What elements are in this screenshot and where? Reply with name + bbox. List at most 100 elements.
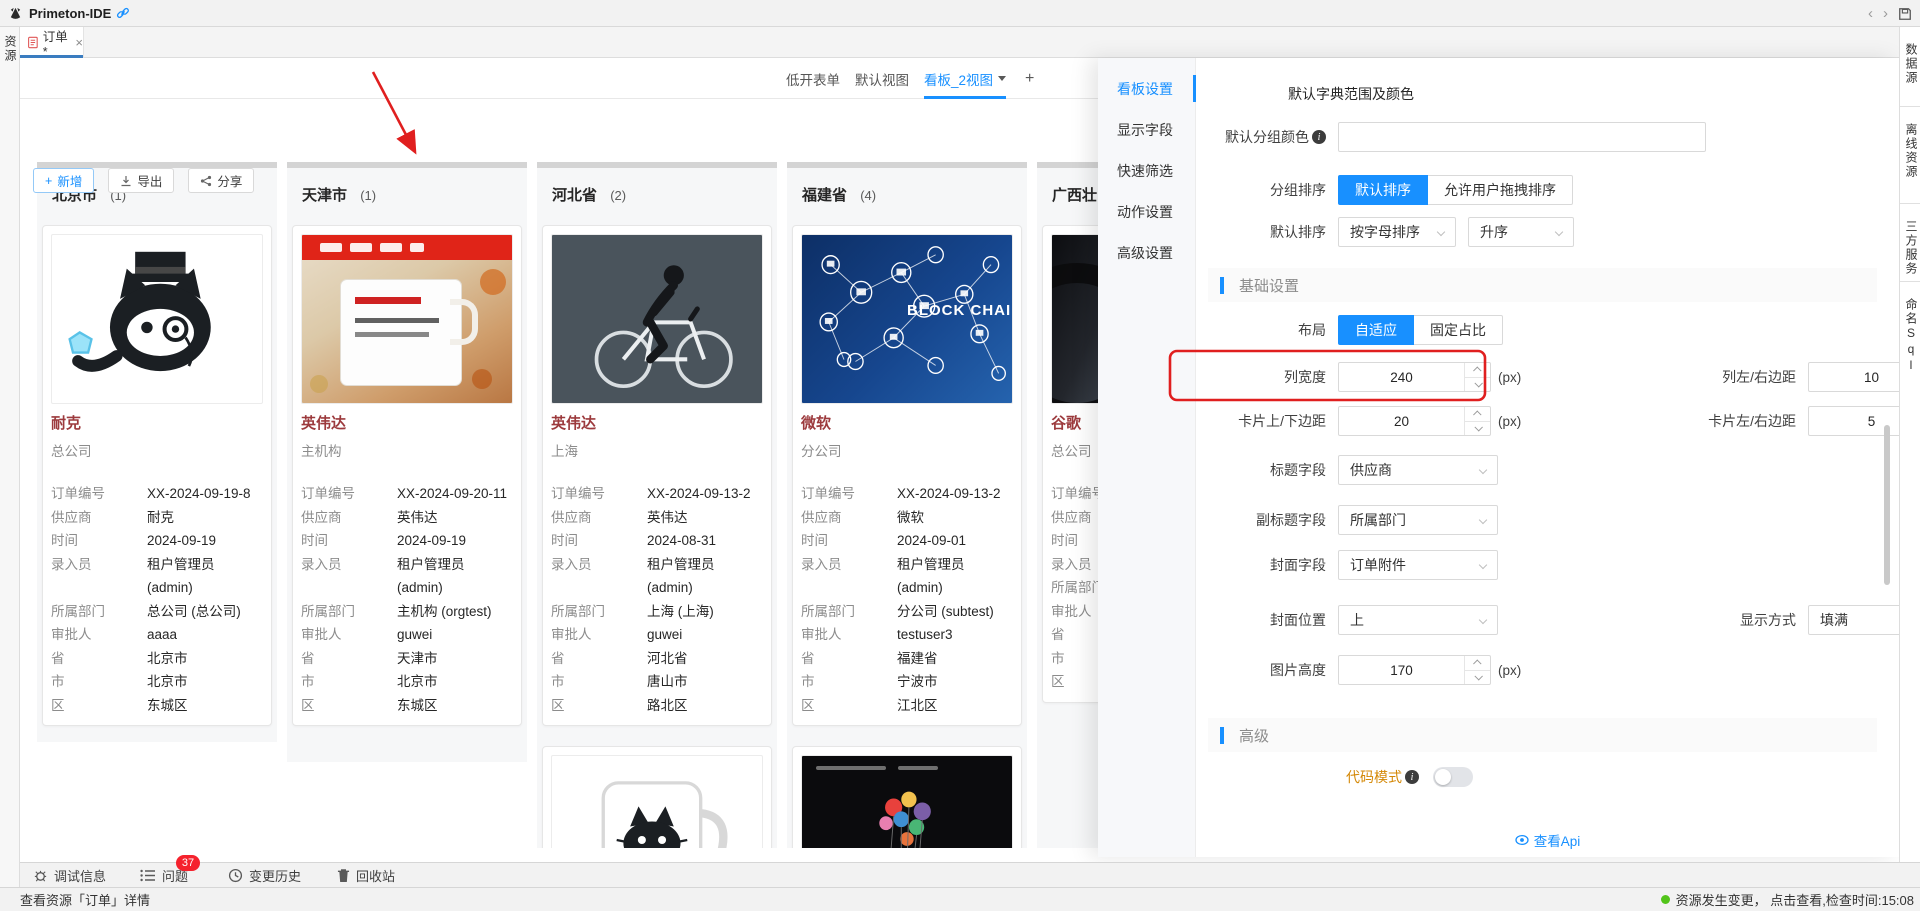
panel-scrollbar[interactable] [1884,425,1890,585]
card-cover-image: BLOCK CHAIN [801,234,1013,404]
default-sort-label: 默认排序 [1196,222,1326,242]
right-rail-tab-label: 数据源 [1900,43,1920,85]
right-rail-tab-named-sql[interactable]: 命名Sql [1900,282,1920,420]
card-field-label: 供应商 [801,506,897,530]
right-rail-tab-datasource[interactable]: 数据源 [1900,27,1920,107]
view-tab-default-view[interactable]: 默认视图 [855,58,909,99]
change-history-button[interactable]: 变更历史 [228,866,301,885]
card-field-row: 时间 2024-08-31 [551,529,763,553]
nav-forward-icon[interactable]: › [1883,6,1888,21]
document-tabbar: 订单* × [20,27,1899,58]
card-field-value: aaaa [147,623,263,647]
kanban-card[interactable] [792,746,1022,848]
card-field-value: XX-2024-09-20-11 [397,482,513,506]
layout-adaptive-option[interactable]: 自适应 [1338,315,1414,345]
group-sort-drag-option[interactable]: 允许用户拖拽排序 [1428,175,1573,205]
stepper-up-icon[interactable] [1465,363,1490,377]
select-value: 填满 [1820,610,1848,630]
default-sort-select[interactable]: 按字母排序 [1338,217,1456,247]
export-button[interactable]: 导出 [108,168,174,193]
kanban-card[interactable]: 英伟达 主机构 订单编号 XX-2024-09-20-11 供应商 [292,225,522,726]
card-field-label: 审批人 [801,623,897,647]
column-width-row: 列宽度 240 (px) [1196,361,1521,393]
card-field-label: 订单编号 [301,482,397,506]
card-field-label: 时间 [301,529,397,553]
card-cover-image [301,234,513,404]
chevron-down-icon [998,76,1006,81]
nav-back-icon[interactable]: ‹ [1868,6,1873,21]
code-mode-toggle[interactable] [1433,767,1473,787]
info-icon[interactable]: i [1312,130,1326,144]
card-field-label: 时间 [51,529,147,553]
card-field-row: 录入员 租户管理员 (admin) [301,553,513,600]
card-field-row: 审批人 testuser3 [801,623,1013,647]
right-rail-tab-third-party[interactable]: 三方服务 [1900,204,1920,282]
card-field-row: 区 东城区 [301,694,513,718]
default-group-color-input[interactable] [1338,122,1706,152]
view-api-label: 查看Api [1534,830,1581,850]
stepper-down-icon[interactable] [1465,421,1490,436]
recycle-bin-button[interactable]: 回收站 [337,866,395,885]
card-field-row: 所属部门 分公司 (subtest) [801,600,1013,624]
view-tab-label: 看板_2视图 [924,69,993,89]
status-right[interactable]: 资源发生变更， 点击查看,检查时间:15:08 [1661,890,1914,909]
left-rail-tab-resources[interactable]: 资源 [0,35,19,63]
settings-menu-advanced[interactable]: 高级设置 [1098,232,1195,273]
settings-menu-actions[interactable]: 动作设置 [1098,191,1195,232]
column-count: (4) [860,188,876,203]
card-field-label: 所属部门 [801,600,897,624]
settings-menu-board[interactable]: 看板设置 [1098,68,1195,109]
chevron-down-icon [1479,616,1487,624]
card-field-row: 区 东城区 [51,694,263,718]
layout-fixed-option[interactable]: 固定占比 [1414,315,1503,345]
group-sort-default-option[interactable]: 默认排序 [1338,175,1428,205]
kanban-card[interactable] [542,746,772,848]
stepper-up-icon[interactable] [1465,407,1490,421]
column-width-input[interactable]: 240 [1338,362,1491,392]
add-view-button[interactable]: + [1025,70,1034,88]
cover-position-select[interactable]: 上 [1338,605,1498,635]
stepper-down-icon[interactable] [1465,670,1490,685]
cover-field-select[interactable]: 订单附件 [1338,550,1498,580]
card-field-row: 订单编号 XX-2024-09-20-11 [301,482,513,506]
chevron-down-icon [1437,228,1445,236]
add-button[interactable]: + 新增 [33,168,94,193]
kanban-column-fujian: 福建省 (4) [787,162,1027,848]
info-icon[interactable]: i [1405,770,1419,784]
card-vmargin-input[interactable]: 20 [1338,406,1491,436]
view-api-link[interactable]: 查看Api [1196,824,1899,856]
settings-menu-display-fields[interactable]: 显示字段 [1098,109,1195,150]
card-field-label: 区 [551,694,647,718]
title-field-select[interactable]: 供应商 [1338,455,1498,485]
kanban-card[interactable]: 耐克 总公司 订单编号 XX-2024-09-19-8 供应商 耐 [42,225,272,726]
kanban-card[interactable]: BLOCK CHAIN 微软 分公司 订单编号 XX-2024-09-13-2 [792,225,1022,726]
close-icon[interactable]: × [75,35,83,50]
card-field-label: 所属部门 [551,600,647,624]
settings-menu-quick-filter[interactable]: 快速筛选 [1098,150,1195,191]
share-button[interactable]: 分享 [188,168,254,193]
layout-segmented: 自适应 固定占比 [1338,315,1503,345]
doc-tab-order[interactable]: 订单* × [20,27,84,58]
status-ok-icon [1661,895,1670,904]
stepper-down-icon[interactable] [1465,377,1490,392]
link-icon[interactable] [116,6,130,20]
basic-settings-section: 基础设置 [1208,268,1877,302]
card-title: 英伟达 [551,412,763,433]
view-tab-lowcode-form[interactable]: 低开表单 [786,58,840,99]
image-height-input[interactable]: 170 [1338,655,1491,685]
view-tab-kanban2[interactable]: 看板_2视图 [924,58,1006,99]
stepper-up-icon[interactable] [1465,656,1490,670]
trash-icon [337,868,350,883]
right-rail-tab-offline-resources[interactable]: 离线资源 [1900,107,1920,204]
save-icon[interactable] [1898,7,1912,21]
sort-order-select[interactable]: 升序 [1468,217,1574,247]
status-bar: 查看资源「订单」详情 资源发生变更， 点击查看,检查时间:15:08 [0,887,1920,911]
debug-info-button[interactable]: 调试信息 [33,866,106,885]
kanban-card[interactable]: 英伟达 上海 订单编号 XX-2024-09-13-2 供应商 英 [542,225,772,726]
card-vmargin-value: 20 [1339,407,1464,435]
problems-button[interactable]: 问题 37 [140,866,188,885]
card-field-row: 订单编号 XX-2024-09-13-2 [801,482,1013,506]
card-title: 英伟达 [301,412,513,433]
subtitle-field-select[interactable]: 所属部门 [1338,505,1498,535]
card-field-row: 订单编号 XX-2024-09-19-8 [51,482,263,506]
